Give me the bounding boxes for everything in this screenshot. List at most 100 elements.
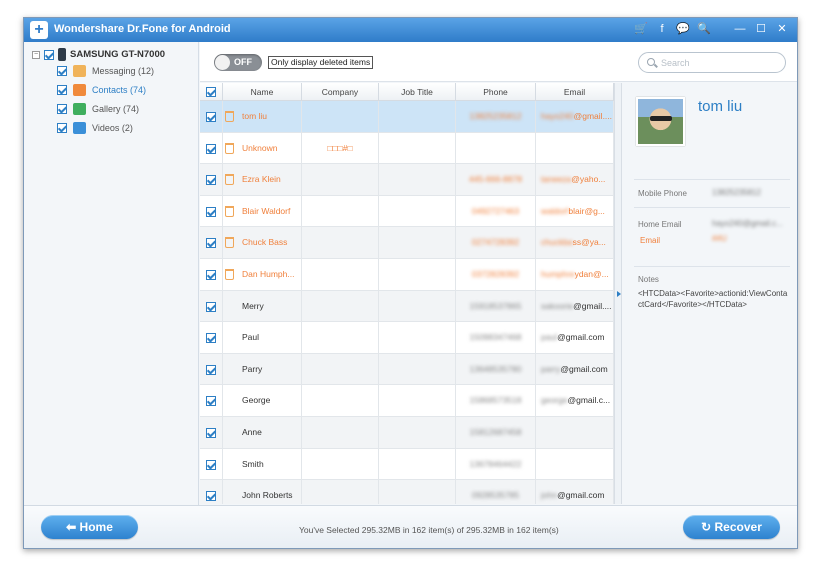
mobile-phone-label: Mobile Phone — [638, 189, 687, 198]
deleted-trash-icon — [225, 142, 234, 154]
email-hidden-part: humphre — [541, 269, 575, 279]
email-visible-part: @gmail.... — [573, 111, 613, 121]
videos-icon — [73, 122, 86, 134]
title-bar: + Wondershare Dr.Fone for Android 🛒 f 💬 … — [24, 18, 797, 42]
sidebar-item-videos[interactable]: Videos (2) — [57, 122, 133, 134]
table-row[interactable]: Unknown □□□#□ — [200, 132, 614, 165]
gallery-icon — [73, 103, 86, 115]
detail-contact-name: tom liu — [698, 98, 743, 115]
email-cell: humphreydan@... — [536, 259, 614, 290]
sidebar-item-checkbox[interactable] — [57, 85, 67, 95]
select-all-checkbox[interactable] — [206, 87, 216, 97]
table-row[interactable]: Chuck Bass 0274728392 chuckbass@ya... — [200, 227, 614, 259]
table-row[interactable]: Anne 15812687458 — [200, 417, 614, 449]
name-cell: Paul — [200, 322, 302, 353]
job-title-cell — [379, 353, 456, 385]
expand-arrow-icon[interactable] — [617, 291, 621, 297]
job-title-cell — [379, 448, 456, 480]
column-header-name[interactable]: Name — [223, 83, 302, 101]
email-cell: hayo240@gmail.... — [536, 101, 614, 132]
contact-name: Unknown — [242, 142, 278, 153]
table-row[interactable]: John Roberts 0928535785 john@gmail.com — [200, 480, 614, 504]
home-email-value: hayo240@gmail.c... — [712, 219, 783, 228]
name-cell: Merry — [200, 290, 302, 322]
phone-cell: 0492727463 — [456, 195, 536, 227]
job-title-cell — [379, 480, 456, 504]
table-row[interactable]: Parry 13648535780 parry@gmail.com — [200, 353, 614, 386]
sidebar-item-checkbox[interactable] — [57, 66, 67, 76]
name-cell: Parry — [200, 353, 302, 385]
table-row[interactable]: Dan Humph... 0372828392 humphreydan@... — [200, 259, 614, 291]
email-hidden-part: chuckba — [541, 237, 573, 248]
job-title-cell — [379, 259, 456, 290]
sidebar-item-gallery[interactable]: Gallery (74) — [57, 103, 139, 115]
toolbar: OFF Only display deleted items — [200, 42, 797, 82]
job-title-cell — [379, 322, 456, 353]
toggle-state: OFF — [234, 57, 252, 67]
company-cell — [302, 448, 379, 480]
table-row[interactable]: Ezra Klein 445-666-8878 taneeza@yaho... — [200, 164, 614, 196]
phone-value: 0928535785 — [471, 490, 520, 501]
device-node[interactable]: − SAMSUNG GT-N7000 — [32, 48, 165, 61]
job-title-cell — [379, 385, 456, 416]
name-cell: Dan Humph... — [200, 259, 302, 290]
email-cell: parry@gmail.com — [536, 353, 614, 385]
column-header-company[interactable]: Company — [302, 83, 379, 101]
cart-icon[interactable]: 🛒 — [634, 22, 648, 36]
email-cell: paul@gmail.com — [536, 322, 614, 353]
sidebar-item-checkbox[interactable] — [57, 104, 67, 114]
sidebar-item-checkbox[interactable] — [57, 123, 67, 133]
phone-cell: 445-666-8878 — [456, 164, 536, 195]
home-button[interactable]: ⬅ Home — [41, 515, 138, 539]
table-row[interactable]: Paul 15098347468 paul@gmail.com — [200, 322, 614, 354]
phone-value: 15812687458 — [469, 427, 522, 437]
email-cell — [536, 132, 614, 164]
minimize-icon[interactable]: — — [733, 22, 747, 36]
contact-name: Anne — [242, 427, 262, 437]
close-icon[interactable]: ✕ — [775, 22, 789, 36]
maximize-icon[interactable]: ☐ — [754, 22, 768, 36]
search-input[interactable] — [661, 56, 779, 70]
phone-value: 15098347468 — [469, 332, 522, 343]
phone-cell — [456, 132, 536, 164]
name-cell: Unknown — [200, 132, 302, 164]
email-visible-part: @gmail.c... — [567, 395, 611, 406]
sidebar-item-messaging[interactable]: Messaging (12) — [57, 65, 154, 77]
device-checkbox[interactable] — [44, 49, 54, 60]
deleted-trash-icon — [225, 269, 234, 280]
column-header-phone[interactable]: Phone — [456, 83, 536, 101]
email-cell: sakoorie@gmail.... — [536, 290, 614, 322]
search-box[interactable] — [638, 52, 786, 73]
table-row[interactable]: Merry 15918537865 sakoorie@gmail.... — [200, 290, 614, 323]
app-title: Wondershare Dr.Fone for Android — [54, 23, 231, 35]
sidebar-item-contacts[interactable]: Contacts (74) — [57, 84, 146, 96]
phone-cell: 13678464422 — [456, 448, 536, 480]
table-row[interactable]: tom liu 13825235812 hayo240@gmail.... — [200, 101, 614, 133]
contact-avatar — [636, 97, 685, 146]
contact-name: Smith — [242, 458, 264, 469]
select-all-cell[interactable] — [200, 83, 223, 101]
divider — [634, 179, 790, 180]
table-row[interactable]: Smith 13678464422 — [200, 448, 614, 481]
column-header-job-title[interactable]: Job Title — [379, 83, 456, 101]
phone-value: 0492727463 — [471, 205, 520, 216]
panel-splitter[interactable] — [614, 83, 622, 504]
table-row[interactable]: Blair Waldorf 0492727463 waldorfblair@g... — [200, 195, 614, 228]
job-title-cell — [379, 417, 456, 448]
facebook-icon[interactable]: f — [655, 22, 669, 36]
collapse-icon[interactable]: − — [32, 50, 40, 59]
search-icon — [647, 58, 655, 66]
register-icon[interactable]: 🔍 — [697, 22, 711, 36]
app-logo-icon: + — [30, 21, 48, 39]
recover-button[interactable]: ↻ Recover — [683, 515, 780, 539]
contacts-table: Name Company Job Title Phone Email tom l… — [200, 83, 614, 504]
filter-label: Only display deleted items — [268, 56, 374, 69]
deleted-filter-toggle[interactable]: OFF — [214, 54, 262, 71]
feedback-icon[interactable]: 💬 — [676, 22, 690, 36]
name-cell: Ezra Klein — [200, 164, 302, 195]
email-hidden-part: john — [541, 490, 558, 501]
table-row[interactable]: George 15868573518 george@gmail.c... — [200, 385, 614, 417]
column-header-email[interactable]: Email — [536, 83, 614, 101]
phone-cell: 15098347468 — [456, 322, 536, 353]
email-label: Email — [640, 236, 661, 245]
